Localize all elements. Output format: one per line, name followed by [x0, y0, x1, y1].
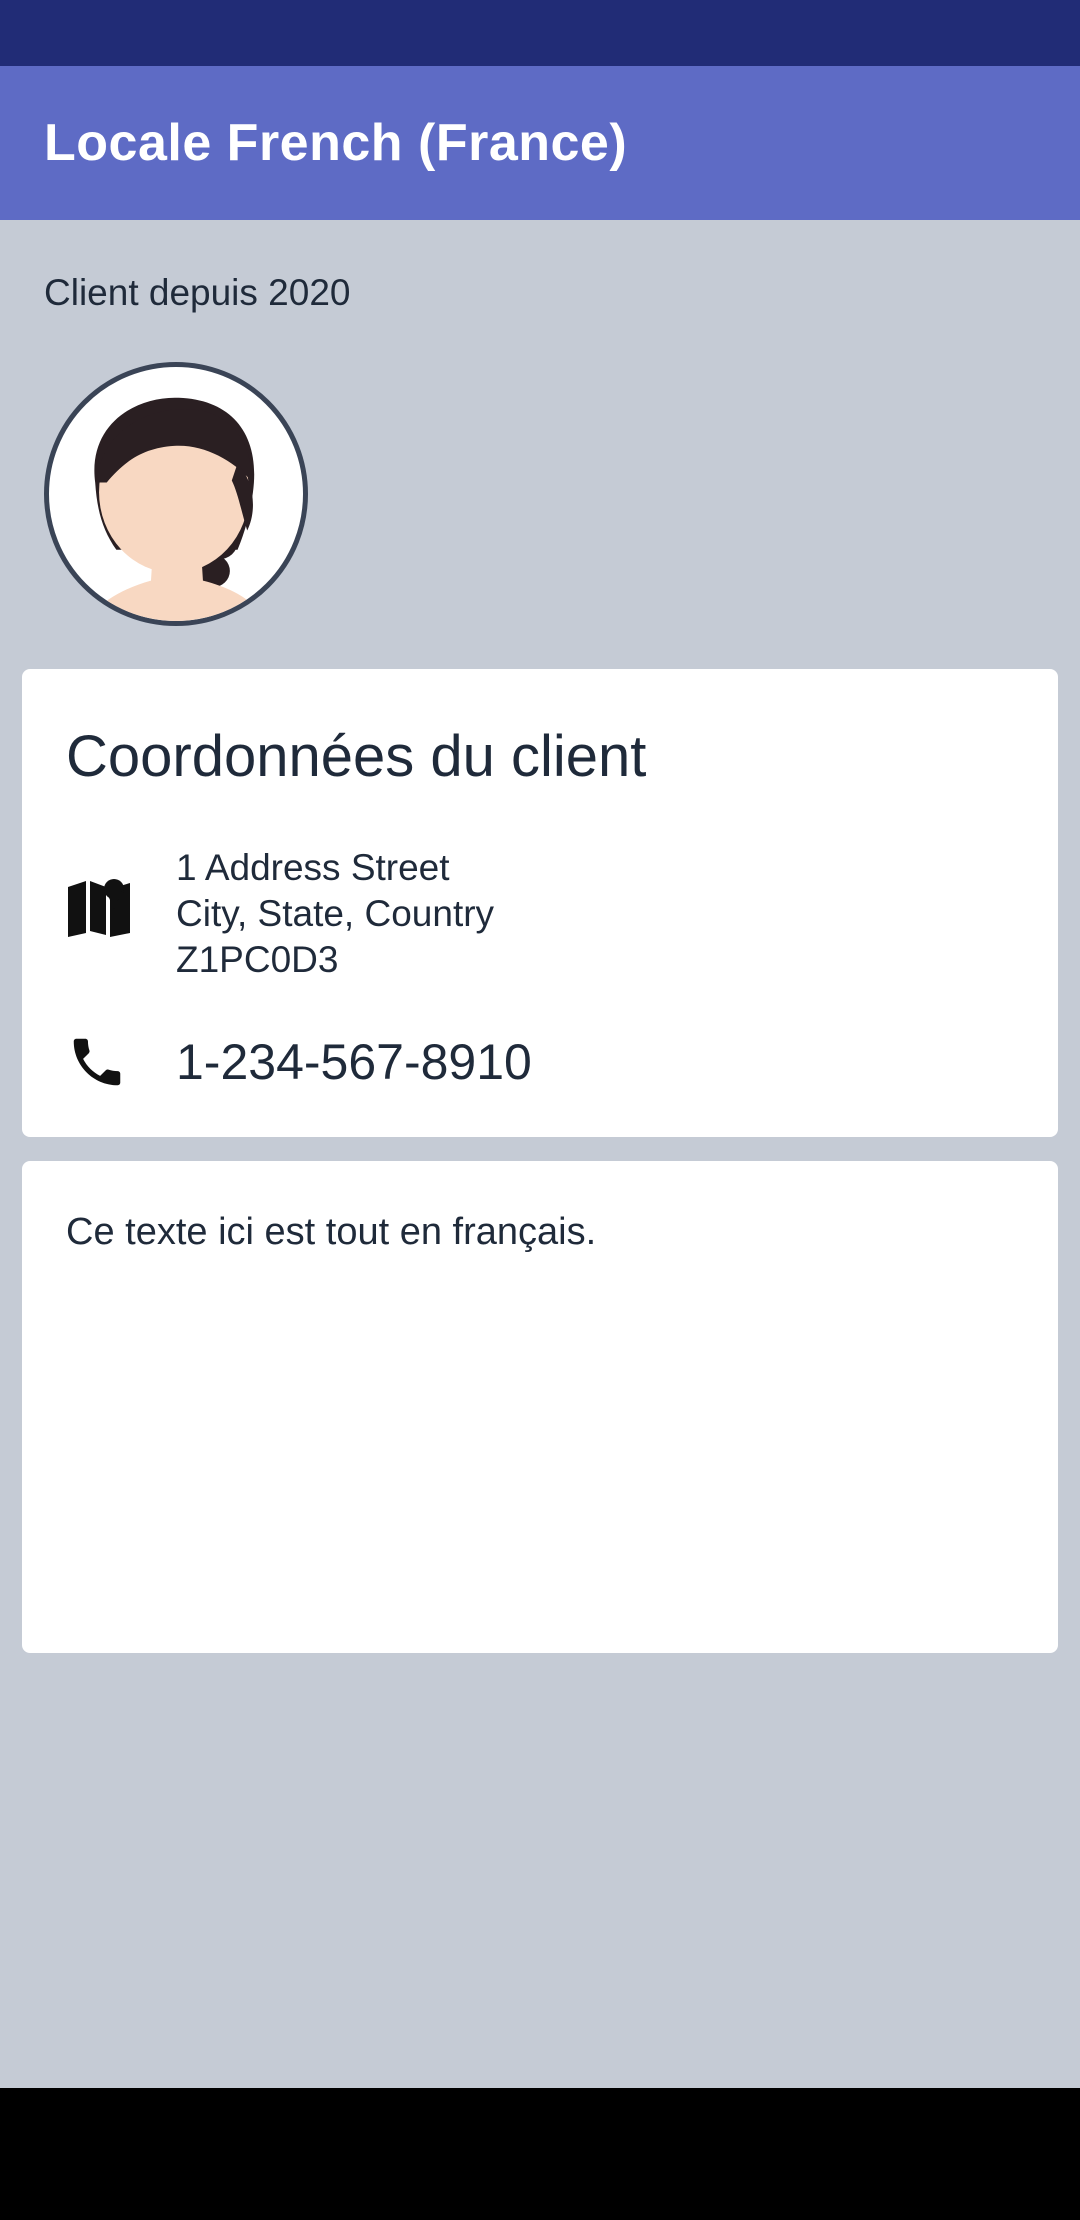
app-bar: Locale French (France): [0, 66, 1080, 220]
address-line: Z1PC0D3: [176, 939, 339, 980]
note-text: Ce texte ici est tout en français.: [66, 1211, 597, 1253]
status-bar: [0, 0, 1080, 66]
phone-icon: [73, 1038, 121, 1086]
app-title: Locale French (France): [44, 114, 628, 172]
navigation-bar: [0, 2088, 1080, 2220]
card-title: Coordonnées du client: [66, 724, 647, 789]
avatar-illustration: [85, 397, 268, 621]
woman-avatar-icon: [44, 362, 308, 626]
phone-number[interactable]: 1-234-567-8910: [176, 1033, 532, 1091]
map-icon: [68, 879, 130, 937]
client-since-label: Client depuis 2020: [44, 272, 351, 313]
contact-card: Coordonnées du client 1 Address Street C…: [22, 669, 1058, 1137]
address-line: 1 Address Street: [176, 847, 450, 888]
note-card: Ce texte ici est tout en français.: [22, 1161, 1058, 1653]
main-content: Client depuis 2020 Coordonnées du client: [0, 220, 1080, 2088]
address-text: 1 Address Street City, State, Country Z1…: [176, 845, 494, 983]
address-line: City, State, Country: [176, 893, 495, 934]
